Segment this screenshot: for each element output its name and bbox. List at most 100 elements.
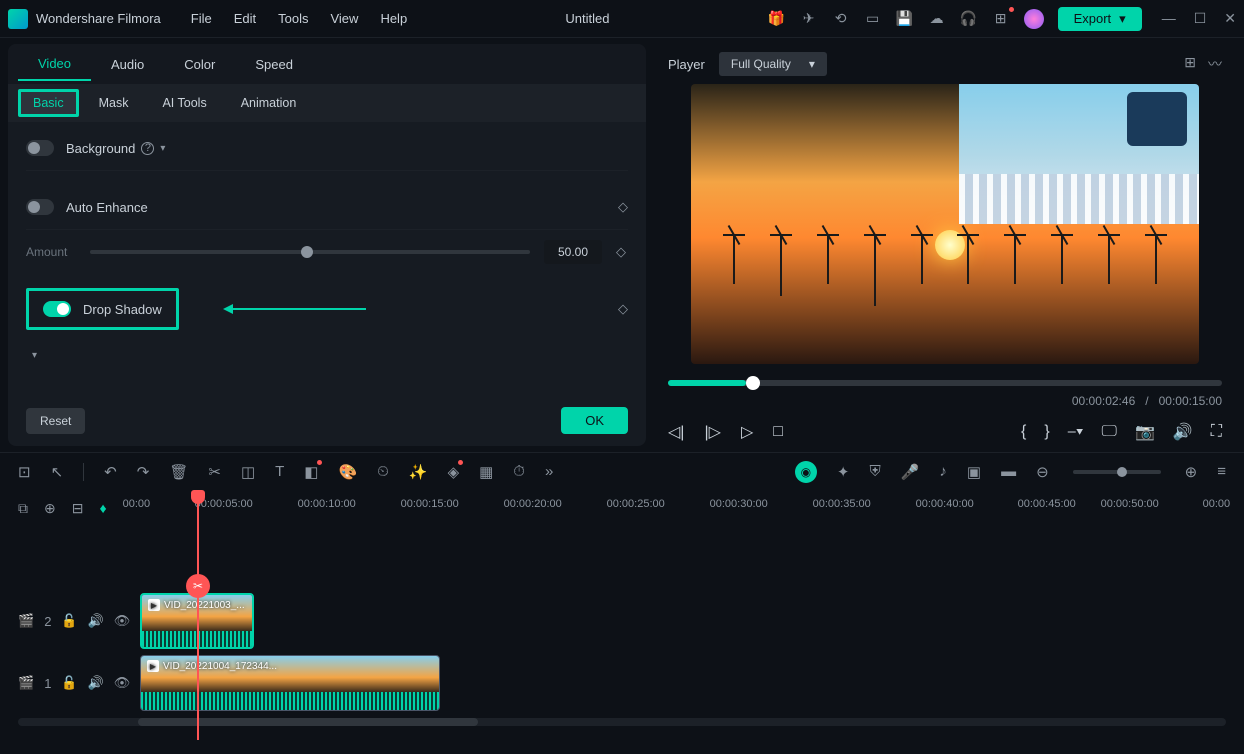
tab-speed[interactable]: Speed	[235, 49, 313, 80]
visibility-icon[interactable]: 👁	[114, 675, 131, 691]
text-icon[interactable]: T	[275, 463, 284, 480]
shield-icon[interactable]: ⛨	[869, 463, 880, 480]
menu-help[interactable]: Help	[380, 11, 407, 26]
chevron-down-icon[interactable]: ▾	[32, 350, 37, 361]
pip-overlay[interactable]	[959, 84, 1199, 224]
subtab-animation[interactable]: Animation	[227, 90, 311, 116]
amount-slider[interactable]	[90, 250, 530, 254]
timeline-scrollbar[interactable]	[18, 718, 1226, 726]
delete-icon[interactable]: 🗑	[169, 463, 188, 481]
marker-icon[interactable]: ▬	[1001, 463, 1016, 480]
playback-progress[interactable]	[668, 380, 1222, 386]
sparkle-icon[interactable]: ✦	[837, 463, 850, 481]
chevron-down-icon[interactable]: ▾	[160, 143, 165, 154]
reset-button[interactable]: Reset	[26, 408, 85, 434]
auto-enhance-toggle[interactable]	[26, 199, 54, 215]
cloud-icon[interactable]: ☁	[928, 10, 946, 28]
ai-badge-icon[interactable]: ◉	[795, 461, 817, 483]
monitor-icon[interactable]: ▭	[864, 10, 882, 28]
ok-button[interactable]: OK	[561, 407, 628, 434]
marker-add-icon[interactable]: ♦	[99, 500, 106, 517]
menu-view[interactable]: View	[330, 11, 358, 26]
grid-icon[interactable]: ▦	[479, 463, 493, 481]
amount-value[interactable]: 50.00	[544, 240, 602, 264]
mark-out-icon[interactable]: }	[1044, 423, 1049, 441]
snapshot-icon[interactable]: 📷	[1135, 422, 1155, 442]
lock-icon[interactable]: 🔓	[61, 675, 77, 691]
volume-icon[interactable]: 🔊	[1173, 422, 1193, 442]
preview-canvas[interactable]	[691, 84, 1199, 364]
lock-icon[interactable]: 🔓	[61, 613, 77, 629]
undo-icon[interactable]: ↶	[104, 463, 117, 481]
zoom-slider[interactable]	[1073, 470, 1161, 474]
export-button[interactable]: Export ▾	[1058, 7, 1142, 31]
music-icon[interactable]: ♪	[939, 463, 947, 480]
undo-history-icon[interactable]: ⟲	[832, 10, 850, 28]
pointer-tool-icon[interactable]: ↖	[51, 463, 64, 481]
magnet-icon[interactable]: ⊕	[44, 500, 56, 517]
apps-icon[interactable]: ⊞	[992, 10, 1010, 28]
stop-button[interactable]: □	[773, 423, 783, 441]
tab-video[interactable]: Video	[18, 48, 91, 81]
play-button[interactable]: ▷	[741, 422, 753, 442]
mute-icon[interactable]: 🔊	[88, 613, 104, 629]
send-icon[interactable]: ✈	[800, 10, 818, 28]
keyframe-icon[interactable]: ◇	[616, 244, 626, 260]
subtab-basic[interactable]: Basic	[18, 89, 79, 117]
menu-file[interactable]: File	[191, 11, 212, 26]
mark-in-icon[interactable]: {	[1021, 423, 1026, 441]
color-icon[interactable]: 🎨	[338, 463, 357, 481]
gift-icon[interactable]: 🎁	[768, 10, 786, 28]
keyframe-icon[interactable]: ◇	[618, 301, 628, 317]
subtab-mask[interactable]: Mask	[85, 90, 143, 116]
next-frame-button[interactable]: |▷	[704, 422, 720, 442]
headphones-icon[interactable]: 🎧	[960, 10, 978, 28]
adjust-icon[interactable]: ◧	[304, 463, 318, 481]
zoom-out-icon[interactable]: ⊖	[1036, 463, 1049, 481]
redo-icon[interactable]: ↷	[137, 463, 150, 481]
drop-shadow-toggle[interactable]	[43, 301, 71, 317]
quality-select[interactable]: Full Quality ▾	[719, 52, 827, 76]
select-tool-icon[interactable]: ⊡	[18, 463, 31, 481]
tab-audio[interactable]: Audio	[91, 49, 164, 80]
background-toggle[interactable]	[26, 140, 54, 156]
waveform-icon[interactable]: 〰	[1208, 54, 1222, 74]
more-icon[interactable]: »	[545, 463, 553, 480]
ai-effect-icon[interactable]: ✨	[409, 463, 428, 481]
menu-tools[interactable]: Tools	[278, 11, 308, 26]
list-view-icon[interactable]: ≡	[1217, 463, 1226, 480]
group-icon[interactable]: ⊟	[72, 500, 84, 517]
minimize-button[interactable]: —	[1162, 10, 1176, 27]
scrollbar-thumb[interactable]	[138, 718, 478, 726]
prev-frame-button[interactable]: ◁|	[668, 422, 684, 442]
zoom-in-icon[interactable]: ⊕	[1185, 463, 1198, 481]
avatar[interactable]	[1024, 9, 1044, 29]
subtab-ai-tools[interactable]: AI Tools	[148, 90, 220, 116]
clip-video1[interactable]: ▶VID_20221004_172344...	[140, 655, 440, 711]
progress-thumb[interactable]	[746, 376, 760, 390]
pip-icon[interactable]: ▣	[967, 463, 981, 481]
timer-icon[interactable]: ⏱	[513, 463, 525, 480]
keyframe-tool-icon[interactable]: ◈	[448, 463, 460, 481]
mute-icon[interactable]: 🔊	[88, 675, 104, 691]
grid-view-icon[interactable]: ⊞	[1184, 54, 1196, 74]
maximize-button[interactable]: ☐	[1194, 10, 1207, 27]
keyframe-icon[interactable]: ◇	[618, 199, 628, 215]
tab-color[interactable]: Color	[164, 49, 235, 80]
fullscreen-icon[interactable]: ⛶	[1211, 423, 1222, 441]
cut-icon[interactable]: ✂	[208, 463, 221, 481]
link-icon[interactable]: ⧉	[18, 500, 28, 517]
close-button[interactable]: ✕	[1224, 10, 1236, 27]
menu-edit[interactable]: Edit	[234, 11, 256, 26]
mic-icon[interactable]: 🎤	[901, 463, 920, 481]
display-icon[interactable]: 🖵	[1102, 423, 1117, 441]
crop-icon[interactable]: ◫	[241, 463, 255, 481]
scissors-icon[interactable]: ✂	[186, 574, 210, 598]
speed-icon[interactable]: ⏲	[377, 463, 389, 480]
save-icon[interactable]: 💾	[896, 10, 914, 28]
settings-icon[interactable]: ⎯▾	[1068, 423, 1084, 441]
time-ruler[interactable]: 00:0000:00:05:0000:00:10:0000:00:15:0000…	[123, 498, 1226, 518]
playhead[interactable]: ✂	[197, 490, 199, 740]
help-icon[interactable]: ?	[141, 142, 154, 155]
visibility-icon[interactable]: 👁	[114, 613, 131, 629]
